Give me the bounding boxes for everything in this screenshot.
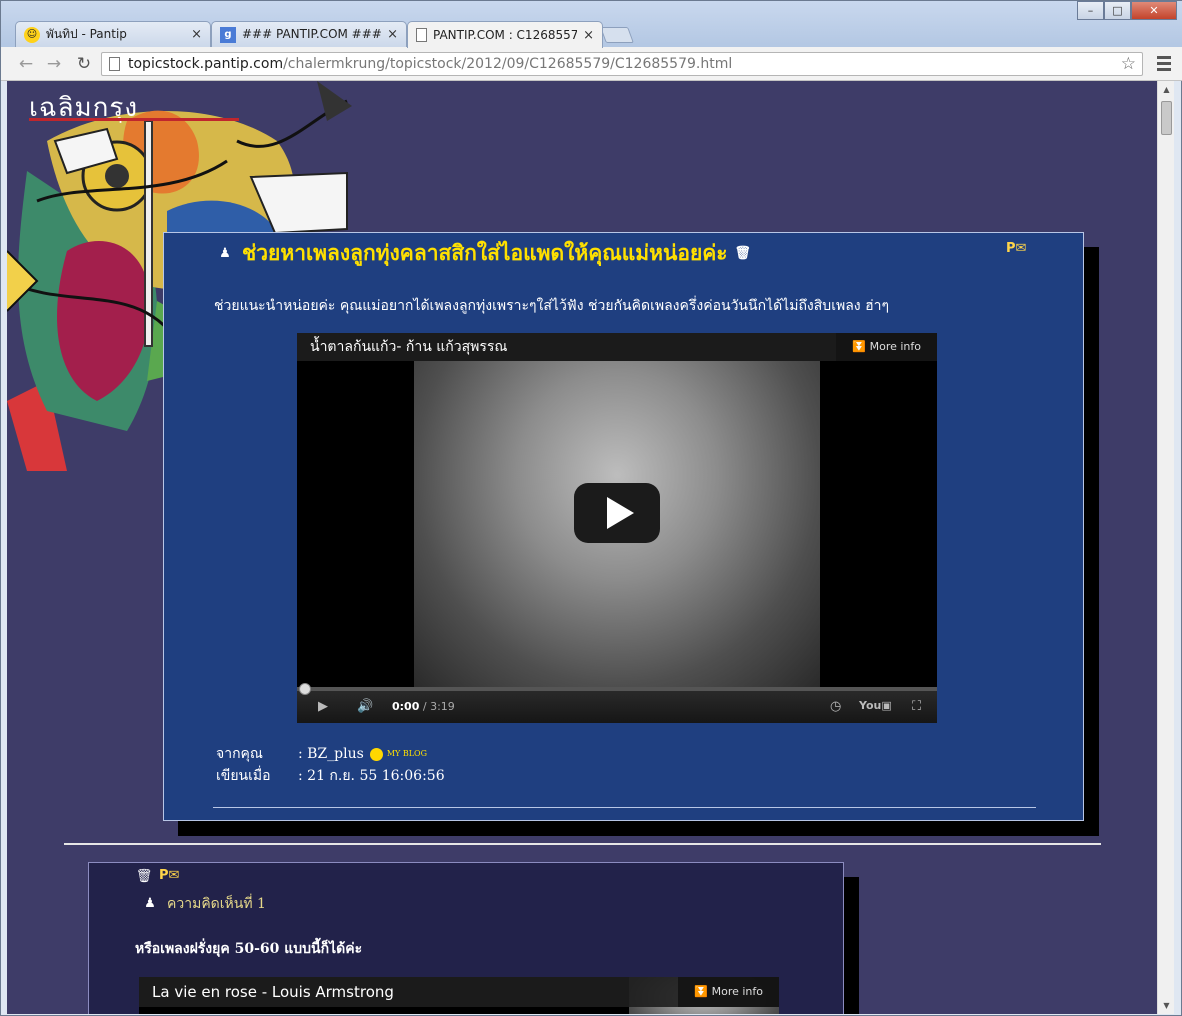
google-favicon-icon: g [220, 26, 236, 43]
browser-toolbar: ← → ↻ topicstock.pantip.com/chalermkrung… [1, 47, 1182, 81]
address-bar[interactable]: topicstock.pantip.com/chalermkrung/topic… [101, 52, 1143, 76]
vertical-scrollbar[interactable]: ▲ ▼ [1157, 81, 1174, 1014]
url-path: /chalermkrung/topicstock/2012/09/C126855… [283, 56, 733, 72]
forward-arrow-icon[interactable]: → [43, 53, 65, 75]
reload-icon[interactable]: ↻ [73, 53, 95, 75]
page-content: เฉลิมกรุง ♟ ช่วยหาเพลงลูกทุ่งคลาสสิกใส่ไ… [7, 81, 1157, 1014]
progress-knob[interactable] [299, 683, 311, 695]
topic-meta: จากคุณ : BZ_plus MY BLOG เขียนเมื่อ : 21… [216, 743, 445, 787]
posted-label: เขียนเมื่อ [216, 768, 271, 784]
posted-date: : 21 ก.ย. 55 16:06:56 [298, 768, 445, 784]
topic-box: ♟ ช่วยหาเพลงลูกทุ่งคลาสสิกใส่ไอแพดให้คุณ… [163, 232, 1084, 821]
youtube-logo-icon[interactable]: You▣ [859, 699, 892, 712]
scroll-down-icon[interactable]: ▼ [1158, 997, 1175, 1014]
close-tab-icon[interactable]: × [583, 28, 594, 43]
private-message-icon[interactable]: P✉ [1006, 241, 1027, 256]
tab-google-search[interactable]: g ### PANTIP.COM ### ค่ะ × [211, 21, 407, 47]
youtube-video-player[interactable]: La vie en rose - Louis Armstrong ⏬ More … [139, 977, 779, 1014]
scroll-up-icon[interactable]: ▲ [1158, 81, 1175, 98]
comment-body: หรือเพลงฝรั่งยุค 50-60 แบบนี้ก็ได้ค่ะ [135, 941, 363, 957]
close-window-button[interactable]: ✕ [1131, 1, 1177, 20]
comment-number: ความคิดเห็นที่ 1 [167, 896, 266, 912]
menu-icon[interactable] [1157, 56, 1171, 74]
page-divider [64, 843, 1101, 845]
fullscreen-icon[interactable]: ⛶ [912, 699, 921, 714]
video-time: 0:00 / 3:19 [392, 700, 455, 713]
smiley-favicon-icon: ☺ [24, 26, 40, 43]
watch-later-icon[interactable]: ◷ [830, 699, 841, 714]
author-label: จากคุณ [216, 746, 263, 762]
tab-label: ### PANTIP.COM ### ค่ะ [242, 27, 382, 41]
maximize-button[interactable]: □ [1104, 1, 1131, 20]
video-progress-bar[interactable] [297, 683, 937, 695]
scrollbar-thumb[interactable] [1161, 101, 1172, 135]
tab-pantip-home[interactable]: ☺ พันทิป - Pantip × [15, 21, 211, 47]
comment-heading: ♟ ความคิดเห็นที่ 1 [141, 893, 266, 915]
page-icon [109, 57, 120, 71]
close-tab-icon[interactable]: × [191, 27, 202, 42]
more-info-label: More info [711, 985, 763, 998]
my-blog-icon[interactable]: MY BLOG [387, 750, 427, 758]
minimize-button[interactable]: – [1077, 1, 1104, 20]
url-host: topicstock.pantip.com [128, 56, 284, 72]
volume-icon[interactable]: 🔊 [357, 699, 373, 714]
current-time: 0:00 [392, 700, 420, 713]
logo-title[interactable]: เฉลิมกรุง [29, 87, 138, 128]
logo-underline [29, 118, 239, 121]
more-info-button[interactable]: ⏬ More info [836, 333, 937, 361]
topic-body: ช่วยแนะนำหน่อยค่ะ คุณแม่อยากได้เพลงลูกทุ… [214, 298, 890, 314]
comment-box: 🗑 P✉ ♟ ความคิดเห็นที่ 1 หรือเพลงฝรั่งยุค… [88, 862, 844, 1014]
new-tab-button[interactable] [600, 27, 634, 43]
topic-icon: ♟ [219, 245, 231, 261]
trash-icon[interactable]: 🗑 [734, 245, 752, 263]
topic-title-text: ช่วยหาเพลงลูกทุ่งคลาสสิกใส่ไอแพดให้คุณแม… [242, 241, 728, 265]
page-favicon-icon [416, 28, 427, 42]
comment-icon: ♟ [144, 896, 156, 911]
private-message-icon[interactable]: P✉ [159, 868, 180, 883]
video-controls: ▶ 🔊 0:00 / 3:19 ◷ You▣ ⛶ [297, 683, 937, 723]
smiley-icon [369, 747, 383, 761]
author-name[interactable]: : BZ_plus [298, 746, 364, 762]
more-info-button[interactable]: ⏬ More info [678, 977, 779, 1007]
play-button[interactable] [574, 483, 660, 543]
play-icon[interactable]: ▶ [318, 699, 328, 714]
bookmark-star-icon[interactable]: ☆ [1121, 53, 1136, 75]
youtube-video-player[interactable]: น้ำตาลก้นแก้ว- ก้าน แก้วสุพรรณ ⏬ More in… [297, 333, 937, 723]
trash-icon[interactable]: 🗑 [135, 868, 153, 886]
tab-label: PANTIP.COM : C12685579 [433, 28, 578, 42]
tab-label: พันทิป - Pantip [46, 27, 127, 41]
duration: / 3:19 [422, 700, 455, 713]
window-controls: – □ ✕ [1077, 1, 1177, 20]
tab-strip: ☺ พันทิป - Pantip × g ### PANTIP.COM ###… [1, 1, 1182, 48]
topic-divider [213, 807, 1036, 808]
back-arrow-icon[interactable]: ← [15, 53, 37, 75]
more-info-label: More info [869, 340, 921, 353]
tab-pantip-topic[interactable]: PANTIP.COM : C12685579 × [407, 21, 603, 48]
close-tab-icon[interactable]: × [387, 27, 398, 42]
topic-title: ♟ ช่วยหาเพลงลูกทุ่งคลาสสิกใส่ไอแพดให้คุณ… [216, 237, 752, 270]
